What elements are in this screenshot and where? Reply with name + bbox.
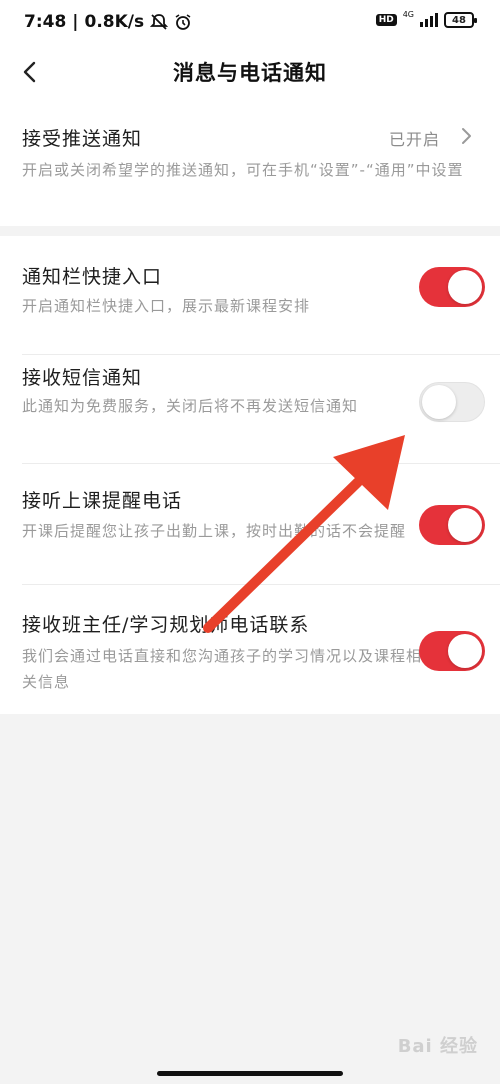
setting-row-shortcut: 通知栏快捷入口 开启通知栏快捷入口，展示最新课程安排 bbox=[0, 236, 500, 354]
network-label: 4G bbox=[402, 9, 414, 19]
toggle-knob bbox=[448, 634, 482, 668]
teacher-call-toggle[interactable] bbox=[419, 631, 485, 671]
header: 消息与电话通知 bbox=[0, 44, 500, 102]
signal-icon bbox=[420, 13, 438, 27]
status-right: HD 4G 48 bbox=[375, 9, 477, 28]
watermark: Bai 经验 bbox=[397, 1036, 478, 1057]
setting-desc: 此通知为免费服务，关闭后将不再发送短信通知 bbox=[22, 397, 359, 415]
toggle-knob bbox=[422, 385, 456, 419]
setting-title: 接听上课提醒电话 bbox=[22, 490, 183, 512]
push-notification-card[interactable]: 接受推送通知 已开启 开启或关闭希望学的推送通知，可在手机“设置”-“通用”中设… bbox=[0, 102, 500, 226]
status-speed: 0.8K/s bbox=[84, 12, 145, 32]
status-left: 7:48 | 0.8K/s bbox=[24, 12, 192, 32]
status-bar: 7:48 | 0.8K/s HD 4G 48 bbox=[0, 0, 500, 44]
push-title: 接受推送通知 bbox=[22, 128, 143, 150]
chevron-right-icon bbox=[462, 128, 471, 144]
setting-row-sms: 接收短信通知 此通知为免费服务，关闭后将不再发送短信通知 bbox=[0, 355, 500, 463]
battery-level: 48 bbox=[452, 14, 466, 26]
shortcut-toggle[interactable] bbox=[419, 267, 485, 307]
home-indicator bbox=[157, 1071, 343, 1076]
setting-row-class-call: 接听上课提醒电话 开课后提醒您让孩子出勤上课，按时出勤的话不会提醒 bbox=[0, 464, 500, 584]
setting-row-teacher-call: 接收班主任/学习规划师电话联系 我们会通过电话直接和您沟通孩子的学习情况以及课程… bbox=[0, 585, 500, 714]
alarm-icon bbox=[174, 13, 192, 31]
push-desc: 开启或关闭希望学的推送通知，可在手机“设置”-“通用”中设置 bbox=[22, 161, 464, 179]
toggle-knob bbox=[448, 508, 482, 542]
class-call-toggle[interactable] bbox=[419, 505, 485, 545]
setting-desc: 我们会通过电话直接和您沟通孩子的学习情况以及课程相关信息 bbox=[22, 647, 423, 691]
setting-title: 通知栏快捷入口 bbox=[22, 266, 163, 288]
setting-desc: 开启通知栏快捷入口，展示最新课程安排 bbox=[22, 297, 311, 315]
status-time: 7:48 bbox=[24, 12, 67, 32]
sms-toggle[interactable] bbox=[419, 382, 485, 422]
settings-list: 通知栏快捷入口 开启通知栏快捷入口，展示最新课程安排 接收短信通知 此通知为免费… bbox=[0, 236, 500, 714]
push-status: 已开启 bbox=[388, 130, 440, 149]
setting-title: 接收短信通知 bbox=[22, 367, 143, 389]
toggle-knob bbox=[448, 270, 482, 304]
page-title: 消息与电话通知 bbox=[173, 61, 327, 85]
status-separator: | bbox=[72, 12, 79, 32]
setting-title: 接收班主任/学习规划师电话联系 bbox=[22, 614, 310, 636]
hd-badge: HD bbox=[375, 14, 397, 26]
battery-icon: 48 bbox=[444, 12, 477, 28]
setting-desc: 开课后提醒您让孩子出勤上课，按时出勤的话不会提醒 bbox=[22, 522, 407, 540]
mute-icon bbox=[150, 13, 169, 31]
